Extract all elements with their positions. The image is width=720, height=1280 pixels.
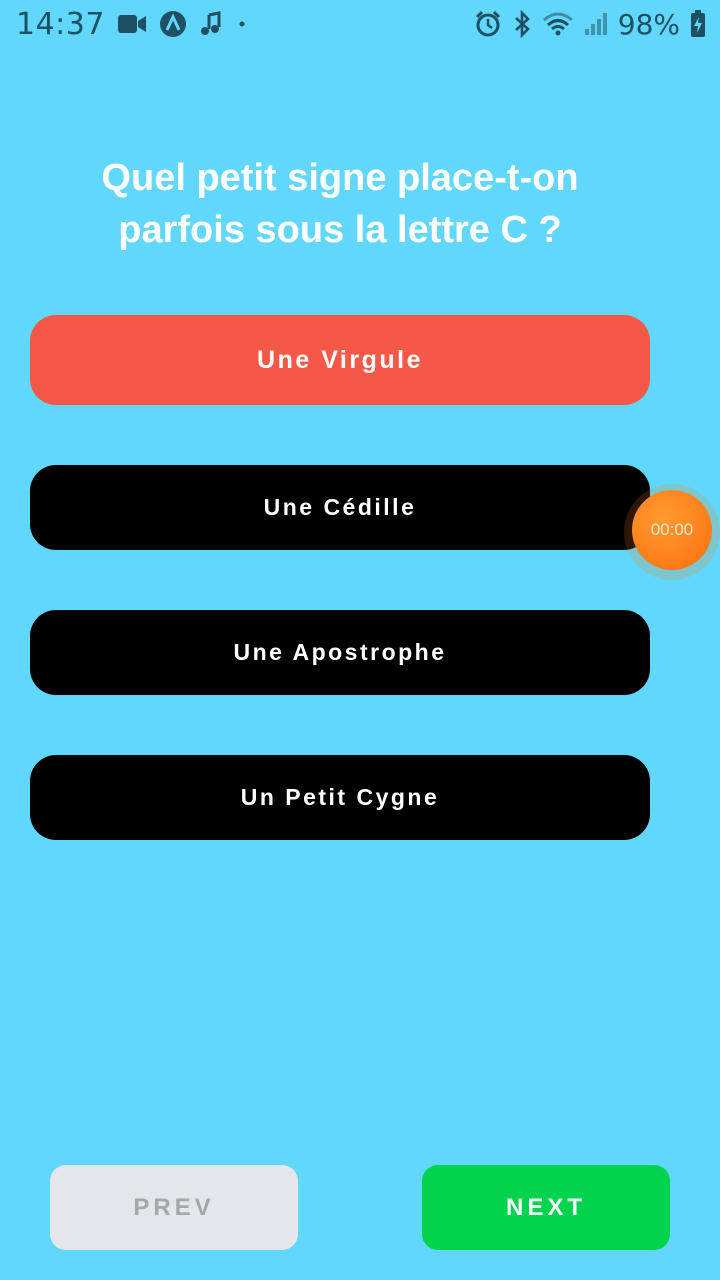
answer-option-3[interactable]: Une Apostrophe [30, 610, 650, 695]
answer-option-label: Une Apostrophe [233, 639, 447, 665]
answer-option-1[interactable]: Une Virgule [30, 315, 650, 405]
app-notification-icon [159, 10, 187, 38]
question-line-1: Quel petit signe place-t-on [101, 157, 579, 199]
dot-icon [235, 17, 249, 31]
next-button-label: NEXT [505, 1193, 586, 1221]
battery-percent: 98% [617, 7, 680, 41]
status-bar-left: 14:37 [16, 6, 249, 42]
answer-option-label: Un Petit Cygne [240, 784, 440, 810]
prev-button[interactable]: PREV [50, 1165, 298, 1250]
status-bar: 14:37 98% [0, 0, 720, 50]
signal-icon [584, 11, 608, 37]
alarm-icon [474, 10, 502, 38]
status-bar-right: 98% [474, 6, 706, 42]
timer-bubble[interactable]: 00:00 [632, 490, 712, 570]
answer-option-label: Une Virgule [257, 345, 423, 374]
answer-option-2[interactable]: Une Cédille [30, 465, 650, 550]
answer-option-label: Une Cédille [263, 494, 417, 520]
next-button[interactable]: NEXT [422, 1165, 670, 1250]
music-notification-icon [199, 11, 223, 37]
question-text: Quel petit signe place-t-on parfois sous… [40, 152, 640, 256]
bluetooth-icon [512, 10, 532, 38]
status-time: 14:37 [16, 6, 105, 42]
question-line-2: parfois sous la lettre C ? [118, 209, 562, 251]
battery-charging-icon [690, 10, 706, 38]
answer-option-4[interactable]: Un Petit Cygne [30, 755, 650, 840]
video-camera-icon [117, 12, 147, 36]
wifi-icon [542, 11, 574, 37]
timer-value: 00:00 [650, 520, 694, 539]
prev-button-label: PREV [133, 1193, 215, 1221]
